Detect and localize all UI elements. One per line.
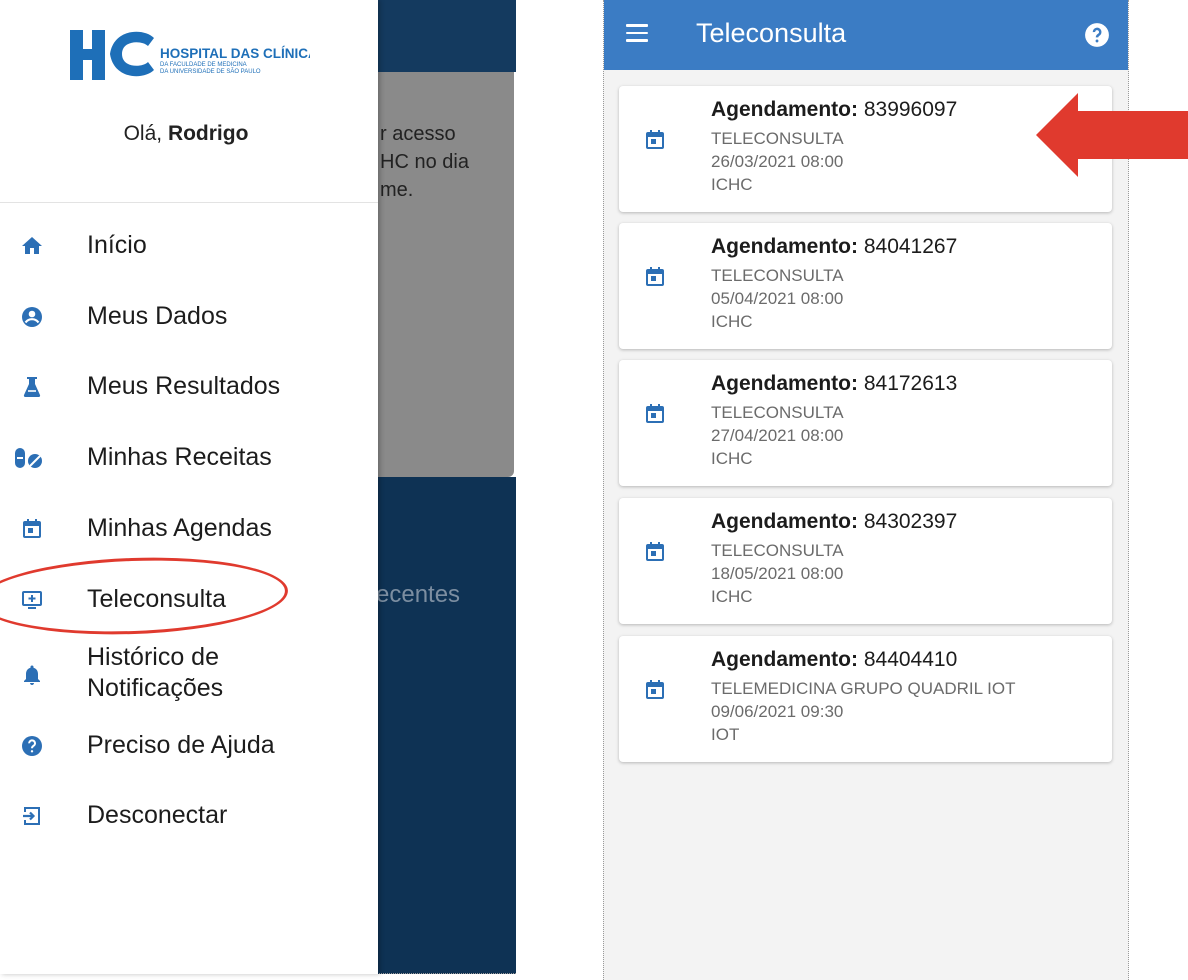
nav-label: Desconectar <box>87 801 228 829</box>
flask-icon <box>20 375 44 399</box>
page-title: Teleconsulta <box>696 18 847 48</box>
appointment-title: Agendamento: 84172613 <box>711 372 957 396</box>
appointment-number: 84404410 <box>863 648 958 671</box>
appointment-datetime: 26/03/2021 08:00 <box>711 152 844 171</box>
nav-item-meus-resultados[interactable]: Meus Resultados <box>0 357 378 417</box>
user-greeting: Olá, Rodrigo <box>0 122 372 146</box>
nav-item-preciso-de-ajuda[interactable]: Preciso de Ajuda <box>0 716 378 776</box>
background-card: r acesso HC no dia me. <box>378 72 514 477</box>
nav-label: Meus Dados <box>87 302 228 330</box>
background-section-label: ecentes <box>376 581 461 608</box>
nav-item-minhas-agendas[interactable]: Minhas Agendas <box>0 499 378 559</box>
user-name: Rodrigo <box>167 122 249 145</box>
navigation-drawer: HOSPITAL DAS CLÍNICAS DA FACULDADE DE ME… <box>0 0 378 974</box>
greeting-prefix: Olá, <box>123 122 168 145</box>
background-card-text: r acesso HC no dia me. <box>380 123 469 201</box>
calendar-icon <box>643 402 667 426</box>
nav-item-historico-notificacoes[interactable]: Histórico de Notificações <box>0 640 378 710</box>
background-bottom-panel: ecentes <box>376 477 516 974</box>
appointment-place: IOT <box>711 725 740 744</box>
appointment-label: Agendamento: <box>711 98 858 121</box>
drawer-header: HOSPITAL DAS CLÍNICAS DA FACULDADE DE ME… <box>0 0 378 203</box>
appointment-label: Agendamento: <box>711 648 858 671</box>
appointment-label: Agendamento: <box>711 372 858 395</box>
appointment-place: ICHC <box>711 449 753 468</box>
calendar-icon <box>643 540 667 564</box>
app-bar: Teleconsulta <box>604 0 1128 70</box>
logo-line3: DA UNIVERSIDADE DE SÃO PAULO <box>160 68 261 75</box>
nav-item-desconectar[interactable]: Desconectar <box>0 786 378 846</box>
appointment-datetime: 18/05/2021 08:00 <box>711 564 844 583</box>
appointment-number: 84302397 <box>863 510 958 533</box>
background-app-bar <box>378 0 516 72</box>
logout-icon <box>20 804 44 828</box>
account-circle-icon <box>20 305 44 329</box>
appointment-type: TELECONSULTA <box>711 541 844 560</box>
nav-item-meus-dados[interactable]: Meus Dados <box>0 287 378 347</box>
appointment-number: 84172613 <box>863 372 958 395</box>
bell-icon <box>20 663 44 687</box>
hamburger-menu-icon[interactable] <box>626 24 648 44</box>
nav-label: Preciso de Ajuda <box>87 731 275 759</box>
pills-icon <box>14 446 44 470</box>
appointment-title: Agendamento: 84404410 <box>711 648 957 672</box>
logo-title: HOSPITAL DAS CLÍNICAS <box>160 46 310 61</box>
logo-line2: DA FACULDADE DE MEDICINA <box>160 62 247 68</box>
appointment-card[interactable]: Agendamento: 84404410 TELEMEDICINA GRUPO … <box>619 636 1112 762</box>
appointment-place: ICHC <box>711 175 753 194</box>
appointment-datetime: 27/04/2021 08:00 <box>711 426 844 445</box>
appointment-type: TELECONSULTA <box>711 129 844 148</box>
appointment-type: TELEMEDICINA GRUPO QUADRIL IOT <box>711 679 1016 698</box>
nav-item-inicio[interactable]: Início <box>0 216 378 276</box>
left-phone-screen: r acesso HC no dia me. ecentes HOSPITAL … <box>0 0 516 980</box>
nav-label: Início <box>87 231 147 259</box>
red-arrow-annotation <box>1036 93 1188 177</box>
nav-label: Histórico de Notificações <box>87 643 224 702</box>
calendar-icon <box>643 265 667 289</box>
nav-label: Meus Resultados <box>87 372 281 400</box>
nav-label: Minhas Receitas <box>87 443 272 471</box>
appointment-number: 84041267 <box>863 235 958 258</box>
appointment-label: Agendamento: <box>711 235 858 258</box>
hc-logo: HOSPITAL DAS CLÍNICAS DA FACULDADE DE ME… <box>70 24 327 84</box>
appointment-place: ICHC <box>711 587 753 606</box>
nav-label: Minhas Agendas <box>87 514 272 542</box>
help-circle-icon <box>20 734 44 758</box>
appointment-number: 83996097 <box>863 98 958 121</box>
appointment-card[interactable]: Agendamento: 84041267 TELECONSULTA 05/04/2… <box>619 223 1112 349</box>
appointment-type: TELECONSULTA <box>711 266 844 285</box>
help-icon[interactable] <box>1084 22 1110 48</box>
home-icon <box>20 234 44 258</box>
appointment-title: Agendamento: 84041267 <box>711 235 957 259</box>
appointment-card[interactable]: Agendamento: 84172613 TELECONSULTA 27/04/2… <box>619 360 1112 486</box>
appointment-title: Agendamento: 84302397 <box>711 510 957 534</box>
nav-item-minhas-receitas[interactable]: Minhas Receitas <box>0 428 378 488</box>
calendar-icon <box>643 678 667 702</box>
appointment-card[interactable]: Agendamento: 84302397 TELECONSULTA 18/05/2… <box>619 498 1112 624</box>
appointment-title: Agendamento: 83996097 <box>711 98 957 122</box>
appointment-type: TELECONSULTA <box>711 403 844 422</box>
appointment-datetime: 05/04/2021 08:00 <box>711 289 844 308</box>
calendar-icon <box>643 128 667 152</box>
appointment-place: ICHC <box>711 312 753 331</box>
appointment-datetime: 09/06/2021 09:30 <box>711 702 844 721</box>
calendar-icon <box>20 517 44 541</box>
appointment-label: Agendamento: <box>711 510 858 533</box>
